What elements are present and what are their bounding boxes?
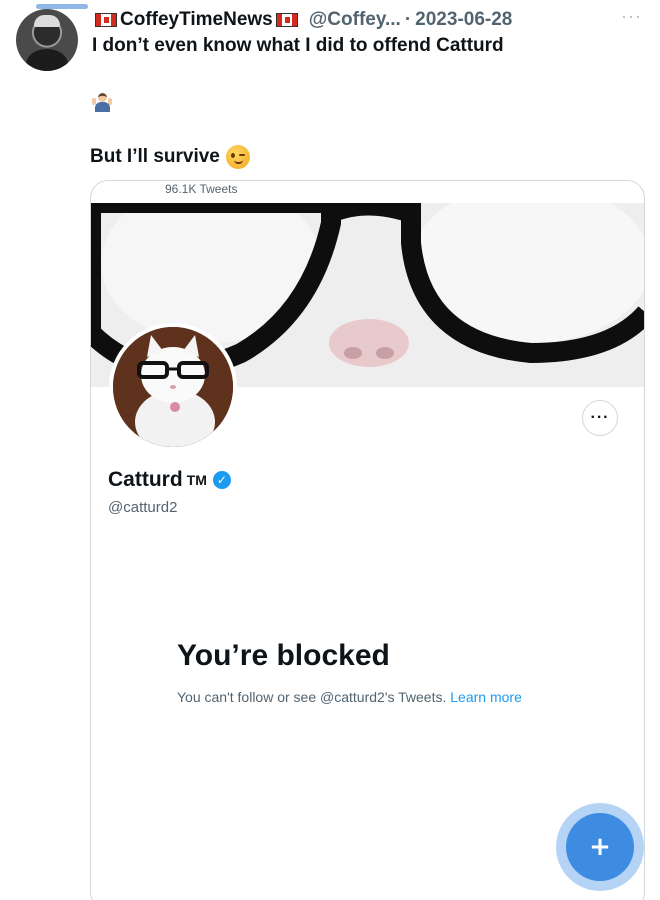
author-handle[interactable]: @Coffey... bbox=[309, 9, 401, 31]
avatar-shirt bbox=[26, 49, 68, 71]
compose-button[interactable]: + bbox=[566, 813, 634, 881]
profile-username: @catturd2 bbox=[108, 499, 178, 516]
learn-more-link[interactable]: Learn more bbox=[450, 689, 522, 705]
compose-icon: + bbox=[589, 832, 611, 862]
shrug-body bbox=[95, 102, 110, 112]
blocked-title: You’re blocked bbox=[177, 639, 390, 672]
author-avatar[interactable] bbox=[16, 9, 78, 71]
profile-more-button[interactable]: ··· bbox=[582, 400, 618, 436]
tweet-text-line2: But I’ll survive bbox=[90, 145, 250, 169]
tweet-date[interactable]: 2023-06-28 bbox=[415, 9, 512, 31]
tweet-header: CoffeyTimeNews @Coffey... · 2023-06-28 bbox=[92, 8, 600, 32]
tweets-count: 96.1K Tweets bbox=[165, 182, 238, 196]
winking-face-emoji-icon bbox=[225, 145, 250, 169]
person-shrugging-emoji-icon bbox=[92, 92, 112, 112]
author-name[interactable]: CoffeyTimeNews bbox=[120, 9, 273, 31]
verified-badge-icon: ✓ bbox=[212, 471, 231, 489]
tweet-text-line2-label: But I’ll survive bbox=[90, 146, 220, 167]
profile-display-name-label: Catturd bbox=[108, 468, 183, 491]
embedded-screenshot-card[interactable]: 96.1K Tweets ··· Catturd TM ✓ @catturd2 … bbox=[90, 180, 645, 900]
canada-flag-icon bbox=[95, 13, 117, 27]
blocked-message: You can't follow or see @catturd2's Twee… bbox=[177, 686, 557, 708]
blocked-message-text: You can't follow or see @catturd2's Twee… bbox=[177, 689, 447, 705]
canada-flag-icon bbox=[275, 13, 298, 27]
avatar-cap bbox=[34, 15, 60, 27]
profile-avatar[interactable] bbox=[109, 323, 237, 451]
tweet-more-icon[interactable]: ··· bbox=[621, 6, 642, 27]
header-separator: · bbox=[404, 9, 412, 30]
trademark-label: TM bbox=[186, 472, 207, 488]
profile-display-name: Catturd TM ✓ bbox=[108, 468, 231, 492]
shrug-head bbox=[98, 93, 107, 102]
tweet-text-line1: I don’t even know what I did to offend C… bbox=[92, 35, 504, 56]
